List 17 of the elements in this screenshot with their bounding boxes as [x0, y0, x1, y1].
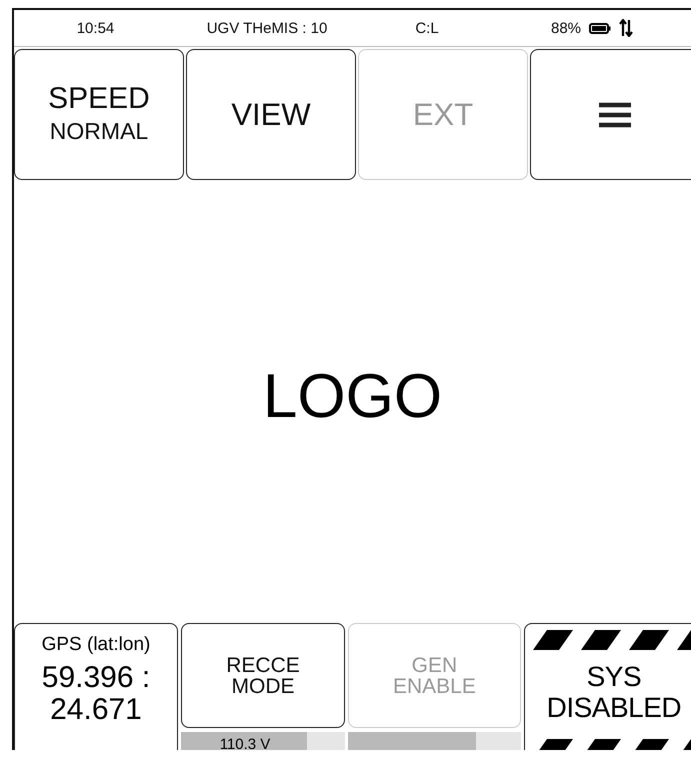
logo-text: LOGO — [262, 361, 442, 432]
control-mode: C:L — [414, 20, 440, 36]
vehicle-name: UGV THeMIS : 10 — [206, 20, 328, 36]
gps-label: GPS (lat:lon) — [42, 634, 150, 656]
menu-icon — [599, 102, 631, 128]
recce-mode-button[interactable]: RECCE MODE — [181, 623, 345, 728]
battery-icon — [589, 22, 612, 34]
battery-percent: 88% — [550, 20, 582, 36]
gps-longitude: 24.671 — [50, 694, 142, 725]
up-down-arrows-icon — [619, 19, 634, 37]
system-status-text: SYS DISABLED — [546, 662, 682, 724]
voltage-reading: 110.3 V — [218, 736, 272, 750]
clock-time: 10:54 — [76, 20, 116, 36]
gps-latitude: 59.396 : — [42, 662, 150, 694]
menu-button[interactable] — [530, 49, 691, 180]
speed-button[interactable]: SPEED NORMAL — [14, 49, 184, 180]
mode-button[interactable]: VIEW — [186, 49, 356, 180]
